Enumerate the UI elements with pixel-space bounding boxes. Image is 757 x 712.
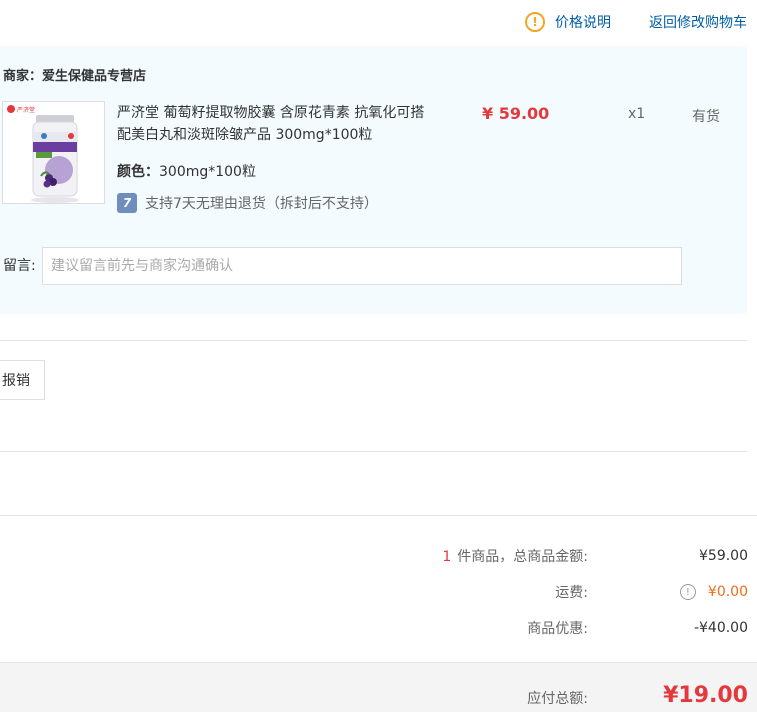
divider	[0, 340, 747, 341]
return-policy-row: 7 支持7天无理由退货（拆封后不支持）	[117, 193, 378, 213]
discount-row: 商品优惠: -¥40.00	[248, 618, 748, 638]
total-label: 应付总额:	[527, 691, 588, 707]
total-bar: 应付总额: ¥19.00	[0, 662, 757, 712]
return-policy-text: 支持7天无理由退货（拆封后不支持）	[145, 196, 378, 212]
item-count: 1	[442, 549, 452, 565]
vendor-name: 商家：爱生保健品专营店	[3, 69, 147, 84]
seven-day-return-icon: 7	[117, 193, 137, 213]
goods-total-label: 1 件商品，总商品金额:	[388, 546, 588, 566]
goods-label-text: 件商品，总商品金额:	[457, 549, 588, 565]
message-input[interactable]	[42, 247, 682, 285]
goods-total-row: 1 件商品，总商品金额: ¥59.00	[248, 546, 748, 566]
discount-label: 商品优惠:	[527, 621, 588, 637]
product-price: ¥ 59.00	[482, 104, 550, 123]
top-links: ! 价格说明 返回修改购物车	[525, 10, 747, 34]
info-icon[interactable]: !	[679, 584, 696, 600]
product-quantity: x1	[628, 106, 646, 122]
price-note-label: 价格说明	[555, 15, 611, 31]
color-label: 颜色：	[117, 164, 159, 180]
discount-value: -¥40.00	[693, 620, 748, 636]
product-bottle-image: 严济堂	[7, 105, 79, 203]
color-value: 300mg*100粒	[159, 164, 256, 180]
message-label: 留言:	[3, 258, 36, 274]
shipping-label: 运费:	[555, 585, 588, 601]
product-color-row: 颜色：300mg*100粒	[117, 161, 256, 181]
price-note-link[interactable]: ! 价格说明	[525, 12, 611, 32]
product-title[interactable]: 严济堂 葡萄籽提取物胶囊 含原花青素 抗氧化可搭配美白丸和淡斑除皱产品 300m…	[117, 102, 427, 146]
warning-icon: !	[525, 12, 545, 32]
goods-total-value: ¥59.00	[699, 548, 748, 564]
product-image[interactable]: 严济堂	[2, 101, 105, 204]
total-value: ¥19.00	[663, 683, 748, 708]
shop-panel: 商家：爱生保健品专营店 严济堂 严济堂 葡萄籽提取物胶囊 含原花青素 抗氧化可搭…	[0, 46, 747, 314]
divider	[0, 451, 747, 452]
shipping-row: 运费: ! ¥0.00	[248, 582, 748, 602]
divider	[0, 515, 757, 516]
image-brand-text: 严济堂	[17, 106, 35, 114]
back-to-cart-link[interactable]: 返回修改购物车	[649, 12, 747, 32]
reimburse-button[interactable]: 报销	[0, 360, 45, 400]
stock-status: 有货	[692, 109, 720, 125]
shipping-value: ¥0.00	[707, 584, 748, 600]
shipping-value-wrap: ! ¥0.00	[658, 584, 748, 600]
